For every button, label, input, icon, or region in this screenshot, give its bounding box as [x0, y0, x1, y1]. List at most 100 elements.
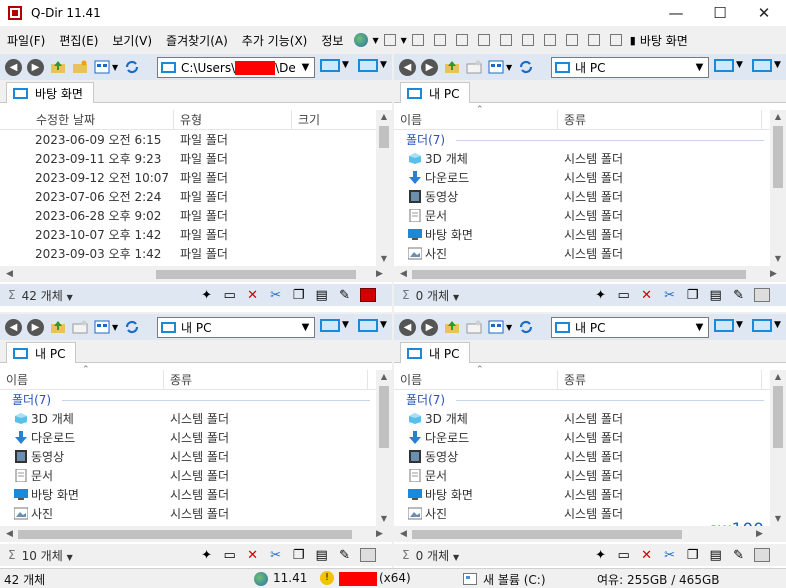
column-modified[interactable]: 수정한 날짜: [30, 110, 174, 130]
tab-this-pc[interactable]: 내 PC: [400, 82, 471, 103]
scroll-up-icon[interactable]: ▲: [770, 110, 786, 124]
delete-icon[interactable]: ✕: [245, 548, 261, 563]
tab-this-pc[interactable]: 내 PC: [400, 342, 471, 363]
paste-icon[interactable]: ▤: [708, 548, 724, 563]
tab-this-pc[interactable]: 내 PC: [6, 342, 77, 363]
monitor-icon[interactable]: [752, 59, 772, 72]
layout-icon[interactable]: [433, 34, 446, 46]
favorite-desktop[interactable]: 바탕 화면: [636, 32, 695, 49]
scroll-thumb[interactable]: [773, 386, 783, 448]
chevron-down-icon[interactable]: ▼: [372, 36, 378, 45]
scroll-thumb[interactable]: [773, 126, 783, 188]
address-bar[interactable]: 내 PC ▼: [157, 317, 315, 338]
list-item[interactable]: 2023-07-06 오전 2:24: [35, 187, 161, 207]
horizontal-scrollbar[interactable]: ◀ ▶: [0, 266, 392, 282]
view-mode-icon[interactable]: [488, 320, 504, 334]
edit-icon[interactable]: ✎: [337, 288, 353, 303]
lightning-icon[interactable]: ✦: [593, 288, 609, 303]
refresh-icon[interactable]: [124, 320, 140, 334]
rename-icon[interactable]: ▭: [222, 548, 238, 563]
chevron-down-icon[interactable]: ▼: [380, 320, 387, 330]
list-item[interactable]: 동영상: [14, 447, 64, 467]
scroll-down-icon[interactable]: ▼: [376, 512, 392, 526]
list-item[interactable]: 3D 개체: [14, 409, 74, 429]
cut-icon[interactable]: ✂: [268, 288, 284, 303]
cut-icon[interactable]: ✂: [662, 548, 678, 563]
list-item[interactable]: 2023-09-12 오전 10:07: [35, 168, 169, 188]
minimize-button[interactable]: —: [654, 0, 698, 26]
delete-icon[interactable]: ✕: [245, 288, 261, 303]
horizontal-scrollbar[interactable]: ◀ ▶: [394, 526, 786, 542]
globe-icon[interactable]: [254, 572, 268, 586]
vertical-scrollbar[interactable]: ▲ ▼: [770, 110, 786, 266]
view-mode-icon[interactable]: [94, 320, 110, 334]
rename-icon[interactable]: ▭: [616, 288, 632, 303]
pane-indicator-icon[interactable]: [753, 288, 770, 302]
up-folder-icon[interactable]: [444, 60, 460, 74]
rename-icon[interactable]: ▭: [222, 288, 238, 303]
chevron-down-icon[interactable]: ▼: [691, 58, 708, 77]
maximize-button[interactable]: ☐: [698, 0, 742, 26]
layout-icon[interactable]: [499, 34, 512, 46]
delete-icon[interactable]: ✕: [639, 288, 655, 303]
scroll-left-icon[interactable]: ◀: [400, 526, 407, 542]
chevron-down-icon[interactable]: ▼: [691, 318, 708, 337]
layout-icon[interactable]: [455, 34, 468, 46]
tab-desktop[interactable]: 바탕 화면: [6, 82, 94, 103]
new-folder-icon[interactable]: [466, 320, 482, 334]
group-header[interactable]: 폴더(7): [12, 391, 51, 409]
back-icon[interactable]: ◀: [399, 58, 416, 76]
new-folder-icon[interactable]: [72, 320, 88, 334]
scroll-left-icon[interactable]: ◀: [6, 526, 13, 542]
layout-icon[interactable]: [609, 34, 622, 46]
list-item[interactable]: 2023-06-09 오전 6:15: [35, 130, 161, 150]
list-item[interactable]: 다운로드: [408, 428, 469, 448]
list-item[interactable]: 다운로드: [408, 168, 469, 188]
scroll-down-icon[interactable]: ▼: [376, 252, 392, 266]
address-bar[interactable]: 내 PC ▼: [551, 317, 709, 338]
vertical-scrollbar[interactable]: ▲ ▼: [770, 370, 786, 526]
group-header[interactable]: 폴더(7): [406, 131, 445, 149]
chevron-down-icon[interactable]: ▼: [453, 293, 459, 302]
scroll-thumb[interactable]: [412, 270, 746, 279]
up-folder-icon[interactable]: [50, 320, 66, 334]
chevron-down-icon[interactable]: ▼: [506, 63, 512, 72]
monitor-icon[interactable]: [714, 319, 734, 332]
scroll-right-icon[interactable]: ▶: [756, 526, 763, 542]
edit-icon[interactable]: ✎: [731, 288, 747, 303]
vertical-scrollbar[interactable]: ▲ ▼: [376, 110, 392, 266]
refresh-icon[interactable]: [124, 60, 140, 74]
chevron-down-icon[interactable]: ▼: [401, 36, 407, 45]
cut-icon[interactable]: ✂: [662, 288, 678, 303]
scroll-down-icon[interactable]: ▼: [770, 252, 786, 266]
list-item[interactable]: 다운로드: [14, 428, 75, 448]
menu-file[interactable]: 파일(F): [0, 32, 52, 49]
forward-icon[interactable]: ▶: [27, 58, 44, 76]
edit-icon[interactable]: ✎: [731, 548, 747, 563]
new-folder-icon[interactable]: [466, 60, 482, 74]
list-item[interactable]: 2023-10-07 오후 1:42: [35, 225, 161, 245]
pane-indicator-icon[interactable]: [359, 288, 376, 302]
list-item[interactable]: 동영상: [408, 187, 458, 207]
scroll-down-icon[interactable]: ▼: [770, 512, 786, 526]
list-item[interactable]: 문서: [408, 466, 447, 486]
scroll-thumb[interactable]: [156, 270, 356, 279]
chevron-down-icon[interactable]: ▼: [342, 320, 349, 330]
column-name[interactable]: 이름: [0, 370, 164, 390]
menu-edit[interactable]: 편집(E): [52, 32, 105, 49]
column-size[interactable]: 크기: [292, 110, 376, 130]
scroll-thumb[interactable]: [18, 530, 352, 539]
address-bar[interactable]: 내 PC ▼: [551, 57, 709, 78]
scroll-right-icon[interactable]: ▶: [770, 266, 777, 282]
scroll-right-icon[interactable]: ▶: [376, 266, 383, 282]
monitor-icon[interactable]: [714, 59, 734, 72]
scroll-up-icon[interactable]: ▲: [376, 110, 392, 124]
chevron-down-icon[interactable]: ▼: [112, 63, 118, 72]
rename-icon[interactable]: ▭: [616, 548, 632, 563]
forward-icon[interactable]: ▶: [27, 318, 44, 336]
layout-icon[interactable]: [477, 34, 490, 46]
menu-view[interactable]: 보기(V): [105, 32, 159, 49]
view-mode-icon[interactable]: [488, 60, 504, 74]
menu-addons[interactable]: 추가 기능(X): [235, 32, 315, 49]
list-item[interactable]: 문서: [408, 206, 447, 226]
